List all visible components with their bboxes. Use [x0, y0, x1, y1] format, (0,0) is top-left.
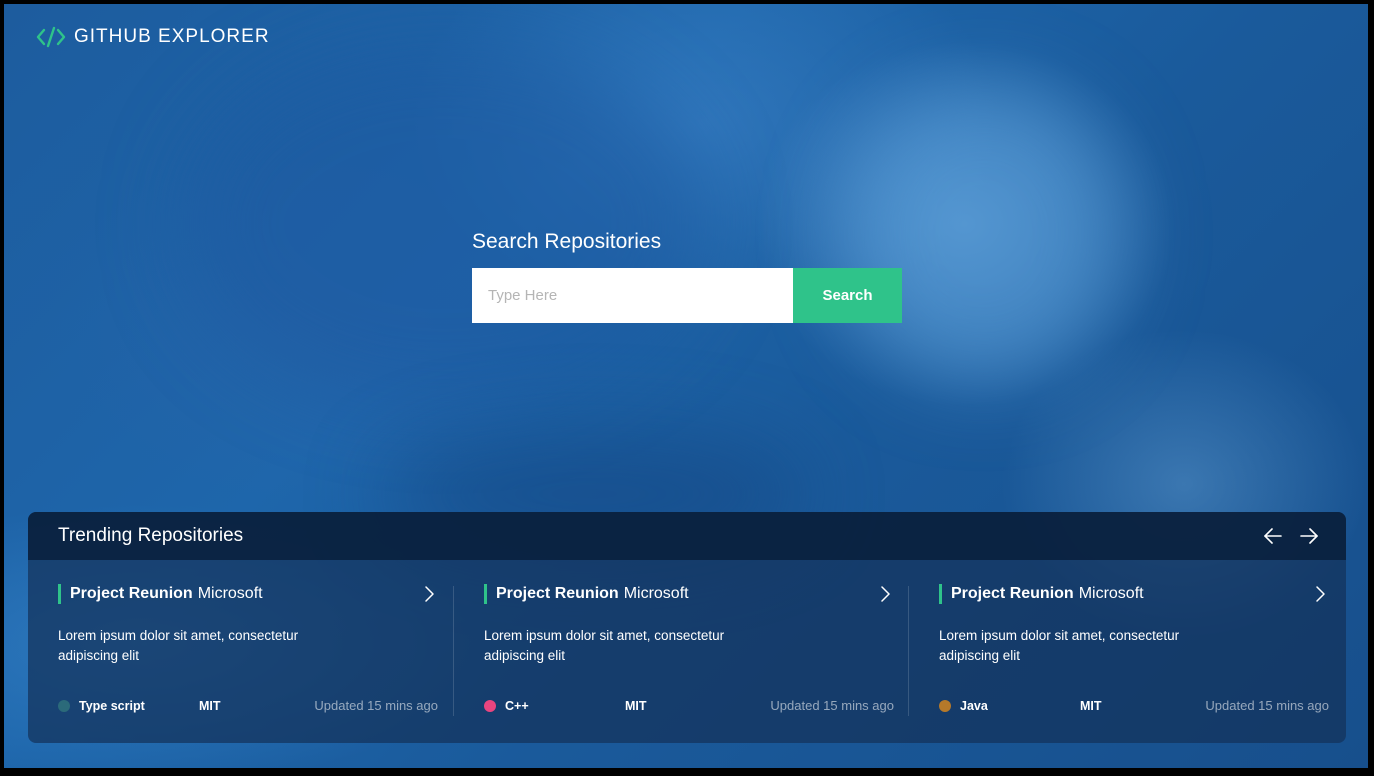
background-blur: [184, 44, 704, 404]
search-heading: Search Repositories: [472, 230, 662, 253]
chevron-right-icon[interactable]: [1313, 584, 1327, 604]
app-background: GITHUB EXPLORER Search Repositories Sear…: [4, 4, 1368, 768]
repo-owner: Microsoft: [623, 585, 689, 602]
card-divider: [908, 586, 909, 716]
repo-name: Project Reunion: [70, 585, 193, 602]
repo-name: Project Reunion: [951, 585, 1074, 602]
repo-meta: Type script MIT Updated 15 mins ago: [58, 698, 438, 713]
repo-meta: C++ MIT Updated 15 mins ago: [484, 698, 894, 713]
language-dot: [484, 699, 496, 712]
repo-updated: Updated 15 mins ago: [770, 698, 894, 713]
trending-panel: Trending Repositories Project Reunion Mi…: [28, 512, 1346, 743]
repo-card-title[interactable]: Project Reunion Microsoft: [58, 584, 438, 604]
repo-owner: Microsoft: [1078, 585, 1144, 602]
code-brackets-icon: [36, 26, 66, 48]
repo-description: Lorem ipsum dolor sit amet, consectetur …: [939, 628, 1180, 663]
app-title: GITHUB EXPLORER: [74, 26, 270, 47]
repo-license: MIT: [1080, 698, 1102, 713]
language-dot: [939, 699, 951, 712]
repo-card[interactable]: Project Reunion Microsoft Lorem ipsum do…: [939, 584, 1329, 716]
repo-meta: Java MIT Updated 15 mins ago: [939, 698, 1329, 713]
language-dot: [58, 699, 70, 712]
app-logo[interactable]: GITHUB EXPLORER: [36, 26, 270, 48]
repo-language: C++: [505, 698, 529, 713]
arrow-left-icon[interactable]: [1262, 525, 1284, 547]
search-section: Search Repositories Search: [472, 230, 902, 323]
card-divider: [453, 586, 454, 716]
search-input[interactable]: [472, 268, 793, 323]
repo-card-title[interactable]: Project Reunion Microsoft: [484, 584, 894, 604]
search-button[interactable]: Search: [793, 268, 902, 323]
trending-header: Trending Repositories: [28, 512, 1346, 560]
repo-license: MIT: [625, 698, 647, 713]
repo-card-list: Project Reunion Microsoft Lorem ipsum do…: [28, 560, 1346, 743]
repo-description: Lorem ipsum dolor sit amet, consectetur …: [484, 628, 725, 663]
repo-language: Java: [960, 698, 988, 713]
repo-license: MIT: [199, 698, 221, 713]
repo-card[interactable]: Project Reunion Microsoft Lorem ipsum do…: [484, 584, 894, 716]
search-bar: Search: [472, 268, 902, 323]
repo-updated: Updated 15 mins ago: [314, 698, 438, 713]
repo-card[interactable]: Project Reunion Microsoft Lorem ipsum do…: [58, 584, 438, 716]
repo-name: Project Reunion: [496, 585, 619, 602]
trending-title: Trending Repositories: [58, 525, 244, 546]
repo-owner: Microsoft: [197, 585, 263, 602]
repo-description: Lorem ipsum dolor sit amet, consectetur …: [58, 628, 299, 663]
chevron-right-icon[interactable]: [422, 584, 436, 604]
arrow-right-icon[interactable]: [1298, 525, 1320, 547]
repo-updated: Updated 15 mins ago: [1205, 698, 1329, 713]
carousel-controls: [1262, 525, 1320, 547]
chevron-right-icon[interactable]: [878, 584, 892, 604]
repo-language: Type script: [79, 698, 145, 713]
repo-card-title[interactable]: Project Reunion Microsoft: [939, 584, 1329, 604]
